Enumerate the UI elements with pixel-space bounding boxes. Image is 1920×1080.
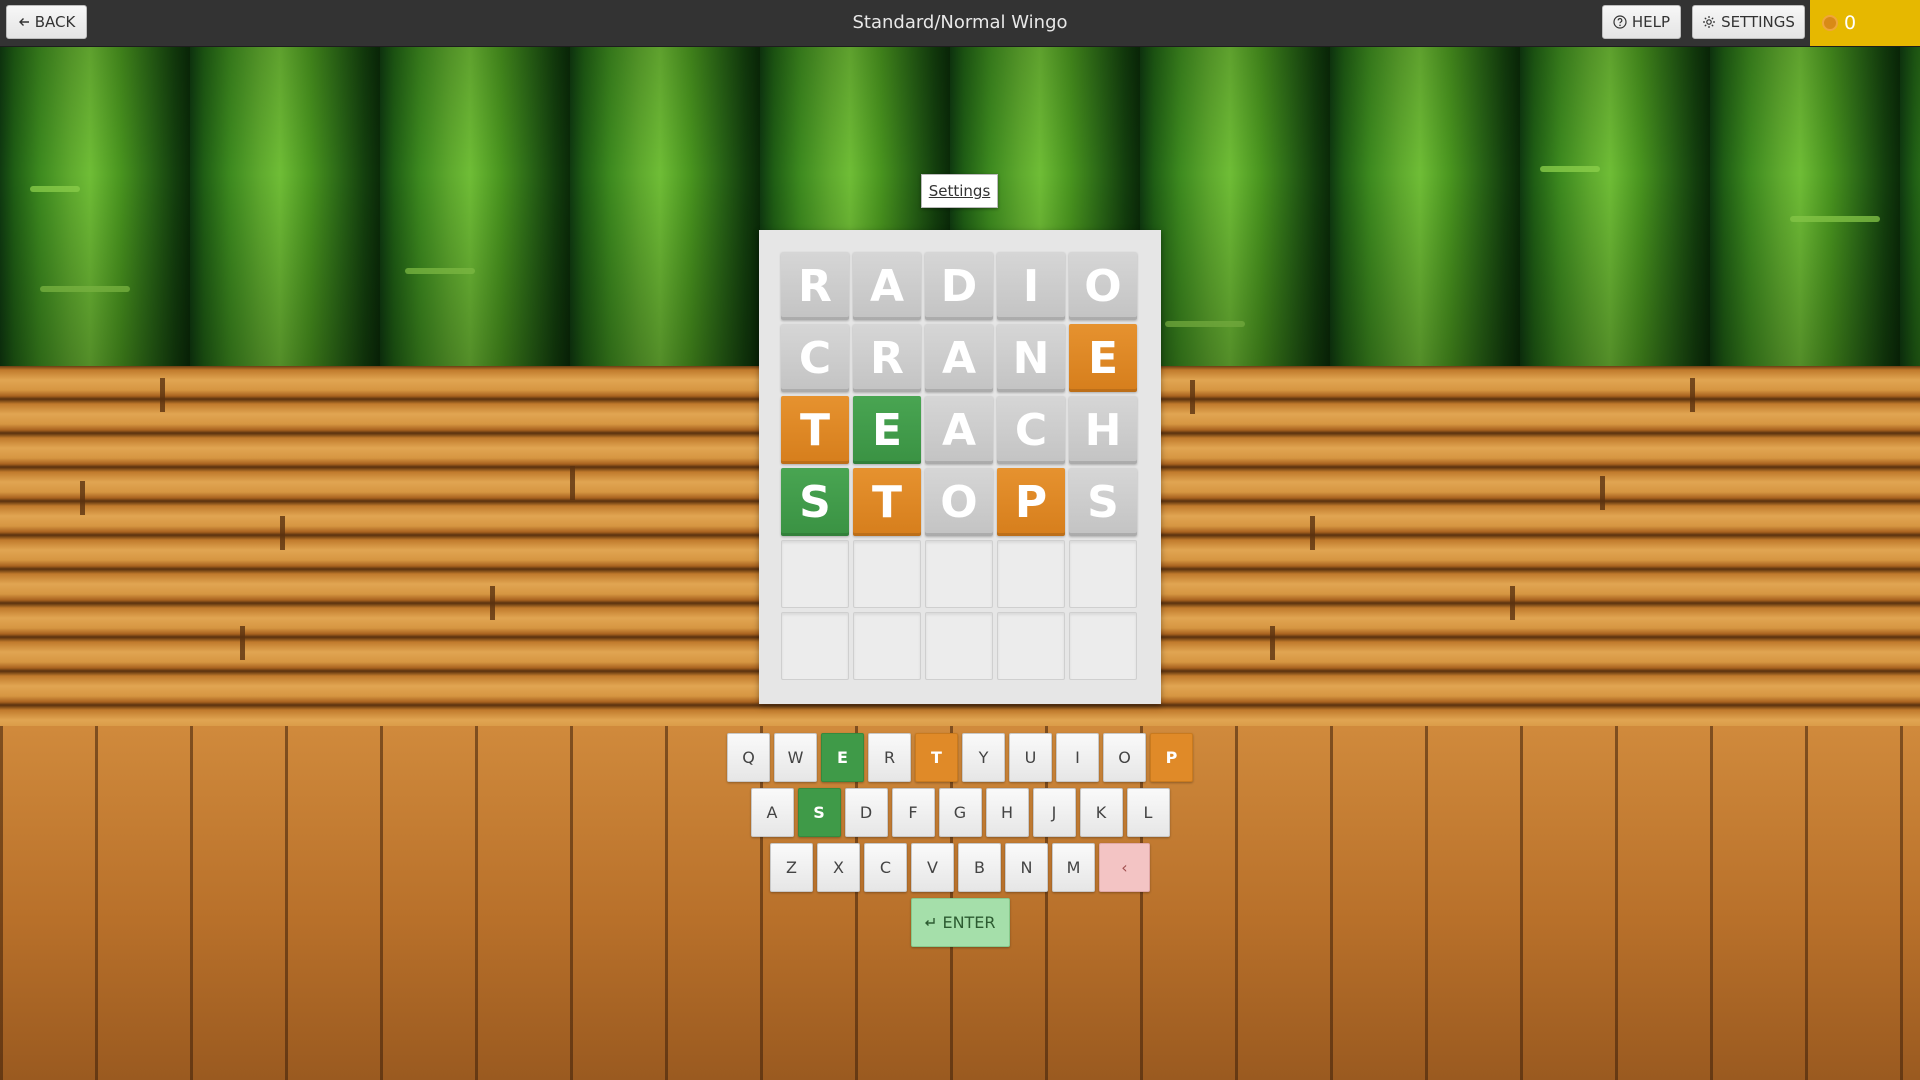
key-s[interactable]: S xyxy=(797,788,841,837)
empty-tile xyxy=(781,612,849,680)
bamboo-node xyxy=(1790,216,1880,222)
fence-joint xyxy=(1690,378,1695,412)
letter-tile: T xyxy=(781,396,849,464)
keyboard-row: ASDFGHJKL xyxy=(0,788,1920,837)
keyboard-row: Z X C V B N M ‹ xyxy=(0,843,1920,892)
bamboo-node xyxy=(1165,321,1245,327)
backspace-key[interactable]: ‹ xyxy=(1099,843,1150,892)
key-x[interactable]: X xyxy=(817,843,860,892)
letter-tile: A xyxy=(925,324,993,392)
empty-tile xyxy=(1069,612,1137,680)
keyboard-row: ENTER xyxy=(0,898,1920,947)
letter-tile: S xyxy=(781,468,849,536)
key-n[interactable]: N xyxy=(1005,843,1048,892)
key-d[interactable]: D xyxy=(844,788,888,837)
letter-tile: A xyxy=(925,396,993,464)
key-t[interactable]: T xyxy=(915,733,958,782)
empty-tile xyxy=(853,612,921,680)
letter-tile: N xyxy=(997,324,1065,392)
settings-label: SETTINGS xyxy=(1721,13,1795,31)
bamboo-node xyxy=(405,268,475,274)
back-label: BACK xyxy=(34,13,76,31)
bamboo-node xyxy=(30,186,80,192)
enter-key[interactable]: ENTER xyxy=(910,898,1010,947)
letter-tile: C xyxy=(997,396,1065,464)
back-button[interactable]: BACK xyxy=(6,5,87,39)
fence-joint xyxy=(1310,516,1315,550)
key-l[interactable]: L xyxy=(1126,788,1170,837)
empty-tile xyxy=(1069,540,1137,608)
help-label: HELP xyxy=(1631,13,1671,31)
key-j[interactable]: J xyxy=(1032,788,1076,837)
key-f[interactable]: F xyxy=(891,788,935,837)
question-circle-icon xyxy=(1613,15,1627,29)
letter-tile: R xyxy=(781,252,849,320)
fence-joint xyxy=(1600,476,1605,510)
keyboard-row: QWERTYUIOP xyxy=(0,733,1920,782)
letter-tile: O xyxy=(1069,252,1137,320)
key-o[interactable]: O xyxy=(1103,733,1146,782)
fence-joint xyxy=(570,466,575,500)
settings-link[interactable]: Settings xyxy=(921,174,998,208)
letter-tile: T xyxy=(853,468,921,536)
help-button[interactable]: HELP xyxy=(1602,5,1681,39)
letter-tile: S xyxy=(1069,468,1137,536)
key-g[interactable]: G xyxy=(938,788,982,837)
key-z[interactable]: Z xyxy=(770,843,813,892)
bamboo-node xyxy=(1540,166,1600,172)
game-board: RADIOCRANETEACHSTOPS xyxy=(759,230,1161,704)
letter-tile: R xyxy=(853,324,921,392)
coin-count: 0 xyxy=(1844,12,1857,34)
empty-tile xyxy=(997,612,1065,680)
fence-joint xyxy=(80,481,85,515)
fence-joint xyxy=(280,516,285,550)
fence-joint xyxy=(1510,586,1515,620)
empty-tile xyxy=(997,540,1065,608)
key-q[interactable]: Q xyxy=(727,733,770,782)
fence-joint xyxy=(160,378,165,412)
return-arrow-icon xyxy=(924,913,936,932)
key-a[interactable]: A xyxy=(750,788,794,837)
fence-joint xyxy=(490,586,495,620)
key-w[interactable]: W xyxy=(774,733,817,782)
key-i[interactable]: I xyxy=(1056,733,1099,782)
letter-tile: I xyxy=(997,252,1065,320)
coin-icon xyxy=(1822,15,1838,31)
letter-tile: E xyxy=(853,396,921,464)
coin-counter: 0 xyxy=(1810,0,1920,46)
empty-tile xyxy=(925,540,993,608)
gear-icon xyxy=(1702,15,1716,29)
bamboo-node xyxy=(40,286,130,292)
key-c[interactable]: C xyxy=(864,843,907,892)
key-y[interactable]: Y xyxy=(962,733,1005,782)
empty-tile xyxy=(925,612,993,680)
key-u[interactable]: U xyxy=(1009,733,1052,782)
key-h[interactable]: H xyxy=(985,788,1029,837)
key-e[interactable]: E xyxy=(821,733,864,782)
letter-tile: A xyxy=(853,252,921,320)
letter-tile: O xyxy=(925,468,993,536)
letter-tile: E xyxy=(1069,324,1137,392)
fence-joint xyxy=(1190,380,1195,414)
fence-joint xyxy=(1270,626,1275,660)
key-r[interactable]: R xyxy=(868,733,911,782)
key-p[interactable]: P xyxy=(1150,733,1193,782)
key-k[interactable]: K xyxy=(1079,788,1123,837)
empty-tile xyxy=(781,540,849,608)
top-bar: BACK Standard/Normal Wingo HELP SETTINGS… xyxy=(0,0,1920,47)
fence-joint xyxy=(240,626,245,660)
empty-tile xyxy=(853,540,921,608)
key-m[interactable]: M xyxy=(1052,843,1095,892)
letter-tile: D xyxy=(925,252,993,320)
key-b[interactable]: B xyxy=(958,843,1001,892)
enter-label: ENTER xyxy=(942,913,996,932)
settings-button[interactable]: SETTINGS xyxy=(1692,5,1805,39)
letter-tile: C xyxy=(781,324,849,392)
letter-tile: H xyxy=(1069,396,1137,464)
key-v[interactable]: V xyxy=(911,843,954,892)
arrow-left-icon xyxy=(18,16,30,28)
letter-tile: P xyxy=(997,468,1065,536)
